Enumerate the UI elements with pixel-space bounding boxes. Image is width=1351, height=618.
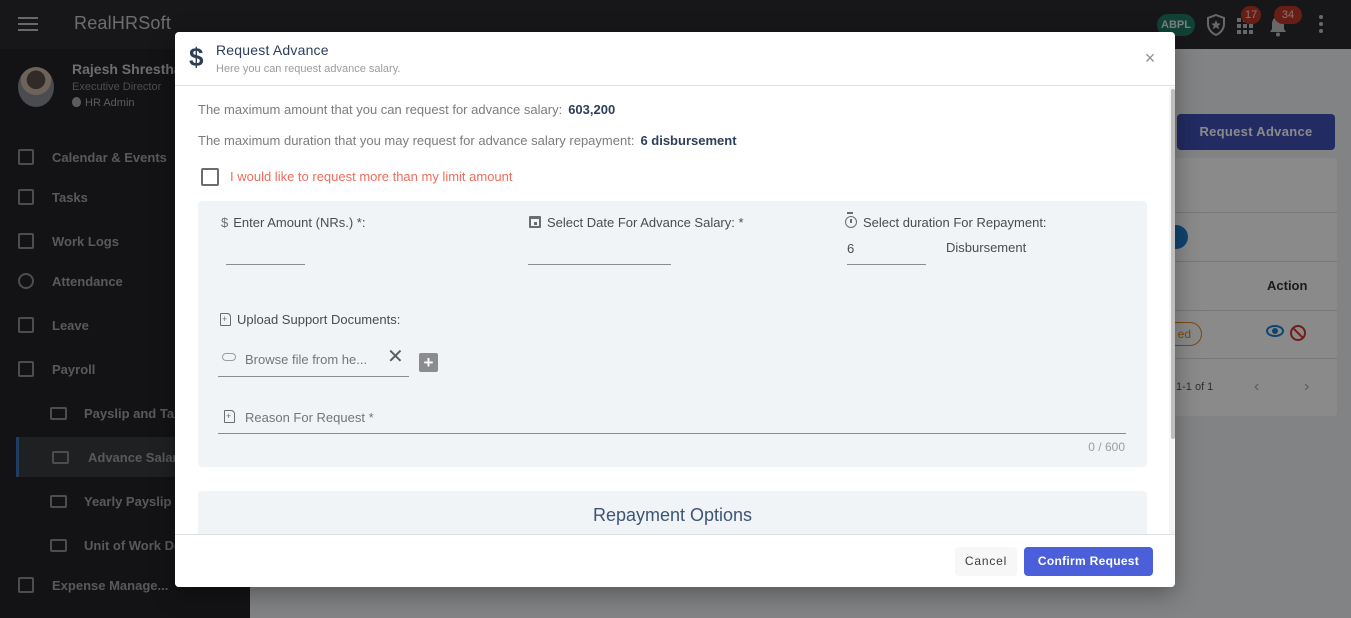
reason-char-counter: 0 / 600 <box>1088 440 1125 454</box>
dollar-icon: $ <box>189 42 204 72</box>
paperclip-icon <box>222 353 236 361</box>
date-label: Select Date For Advance Salary: * <box>529 215 744 230</box>
amount-label: $ Enter Amount (NRs.) *: <box>221 215 365 230</box>
scrollbar-thumb[interactable] <box>1171 89 1175 439</box>
dialog-title: Request Advance <box>216 42 329 58</box>
repayment-options-panel: Repayment Options <box>198 491 1147 534</box>
calendar-icon <box>529 216 541 228</box>
exceed-limit-checkbox[interactable] <box>201 168 219 186</box>
confirm-request-button[interactable]: Confirm Request <box>1024 547 1153 576</box>
date-input[interactable] <box>528 241 671 263</box>
file-underline <box>218 376 409 377</box>
repayment-options-title: Repayment Options <box>592 505 753 525</box>
add-file-button[interactable]: + <box>419 353 438 372</box>
max-duration-info: The maximum duration that you may reques… <box>198 133 737 148</box>
timer-icon <box>845 212 857 228</box>
file-input[interactable] <box>245 349 375 369</box>
cancel-button[interactable]: Cancel <box>955 547 1017 576</box>
reason-underline <box>218 433 1126 434</box>
file-upload-icon <box>220 313 231 326</box>
duration-unit: Disbursement <box>946 240 1027 255</box>
duration-input[interactable] <box>847 237 925 259</box>
duration-label-text: Select duration For Repayment: <box>863 215 1047 230</box>
reason-input[interactable] <box>245 406 1125 428</box>
dialog-subtitle: Here you can request advance salary. <box>216 63 401 75</box>
amount-input[interactable] <box>226 241 305 263</box>
amount-underline <box>226 264 305 265</box>
amount-label-text: Enter Amount (NRs.) *: <box>233 215 366 230</box>
request-advance-dialog: $ Request Advance Here you can request a… <box>175 32 1175 587</box>
upload-label: Upload Support Documents: <box>220 312 400 327</box>
file-upload-icon <box>224 410 235 423</box>
max-amount-info: The maximum amount that you can request … <box>198 102 615 117</box>
max-duration-value: 6 disbursement <box>640 133 737 148</box>
date-label-text: Select Date For Advance Salary: * <box>547 215 744 230</box>
dialog-footer: Cancel Confirm Request <box>175 534 1175 587</box>
request-form-panel: $ Enter Amount (NRs.) *: Select Date For … <box>198 201 1147 467</box>
duration-underline <box>847 264 926 265</box>
duration-label: Select duration For Repayment: <box>845 212 1047 230</box>
max-duration-text: The maximum duration that you may reques… <box>198 133 635 148</box>
dialog-body: The maximum amount that you can request … <box>175 87 1175 534</box>
dialog-header: $ Request Advance Here you can request a… <box>175 32 1175 86</box>
upload-label-text: Upload Support Documents: <box>237 312 401 327</box>
max-amount-text: The maximum amount that you can request … <box>198 102 563 117</box>
date-underline <box>528 264 671 265</box>
dollar-icon: $ <box>221 215 229 230</box>
exceed-limit-label[interactable]: I would like to request more than my lim… <box>230 169 513 184</box>
clear-file-icon[interactable]: ✕ <box>387 347 404 367</box>
close-icon[interactable]: × <box>1141 49 1159 67</box>
max-amount-value: 603,200 <box>568 102 616 117</box>
